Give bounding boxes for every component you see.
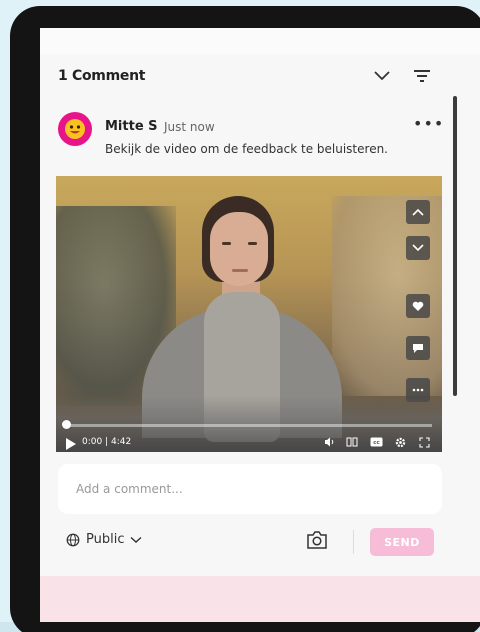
tablet-frame: 1 Comment Mitte S Just now ••• Bekijk de… bbox=[10, 6, 480, 632]
video-person-mouth bbox=[232, 269, 248, 272]
settings-icon[interactable] bbox=[392, 434, 408, 450]
video-person-eye bbox=[248, 242, 257, 245]
heart-icon bbox=[412, 301, 424, 311]
video-person-face bbox=[210, 212, 268, 286]
previous-button[interactable] bbox=[406, 200, 430, 224]
like-button[interactable] bbox=[406, 294, 430, 318]
collapse-chevron-icon[interactable] bbox=[370, 64, 394, 88]
camera-icon bbox=[307, 531, 327, 549]
send-button[interactable]: SEND bbox=[370, 528, 434, 556]
chevron-down-icon bbox=[131, 536, 142, 543]
comments-header: 1 Comment bbox=[40, 54, 480, 100]
avatar[interactable] bbox=[58, 112, 92, 146]
smiley-avatar-icon bbox=[65, 119, 85, 139]
play-icon[interactable] bbox=[66, 438, 76, 450]
chapters-icon[interactable] bbox=[344, 434, 360, 450]
comment-button[interactable] bbox=[406, 336, 430, 360]
svg-text:cc: cc bbox=[373, 440, 380, 446]
comment-count: 1 Comment bbox=[58, 68, 146, 84]
scrollbar[interactable] bbox=[453, 96, 457, 396]
footer-divider bbox=[353, 530, 354, 554]
bottom-strip bbox=[40, 576, 480, 622]
volume-icon[interactable] bbox=[322, 434, 338, 450]
visibility-label: Public bbox=[86, 532, 125, 547]
fullscreen-icon[interactable] bbox=[416, 434, 432, 450]
progress-knob[interactable] bbox=[62, 420, 71, 429]
chevron-up-icon bbox=[412, 208, 424, 216]
next-button[interactable] bbox=[406, 236, 430, 260]
chevron-down-icon bbox=[412, 244, 424, 252]
captions-icon[interactable]: cc bbox=[368, 434, 384, 450]
camera-button[interactable] bbox=[306, 530, 330, 554]
visibility-selector[interactable]: Public bbox=[66, 532, 142, 547]
globe-icon bbox=[66, 533, 80, 546]
comment-icon bbox=[413, 343, 423, 353]
comment-author[interactable]: Mitte S bbox=[105, 119, 158, 134]
video-person-eye bbox=[222, 242, 231, 245]
video-timecode: 0:00 | 4:42 bbox=[82, 437, 132, 447]
comment-time: Just now bbox=[164, 120, 215, 134]
video-player[interactable]: 0:00 | 4:42 cc bbox=[56, 176, 442, 452]
top-strip bbox=[40, 28, 480, 54]
composer-footer: Public SEND bbox=[40, 524, 480, 564]
comment-text: Bekijk de video om de feedback te beluis… bbox=[105, 142, 388, 156]
comment-input[interactable] bbox=[58, 464, 442, 514]
comments-panel: 1 Comment Mitte S Just now ••• Bekijk de… bbox=[40, 28, 480, 622]
comment-more-button[interactable]: ••• bbox=[413, 114, 444, 133]
sort-filter-icon[interactable] bbox=[410, 64, 434, 88]
progress-bar[interactable] bbox=[66, 424, 432, 427]
comment-input-box[interactable] bbox=[58, 464, 442, 514]
more-icon bbox=[412, 388, 424, 392]
